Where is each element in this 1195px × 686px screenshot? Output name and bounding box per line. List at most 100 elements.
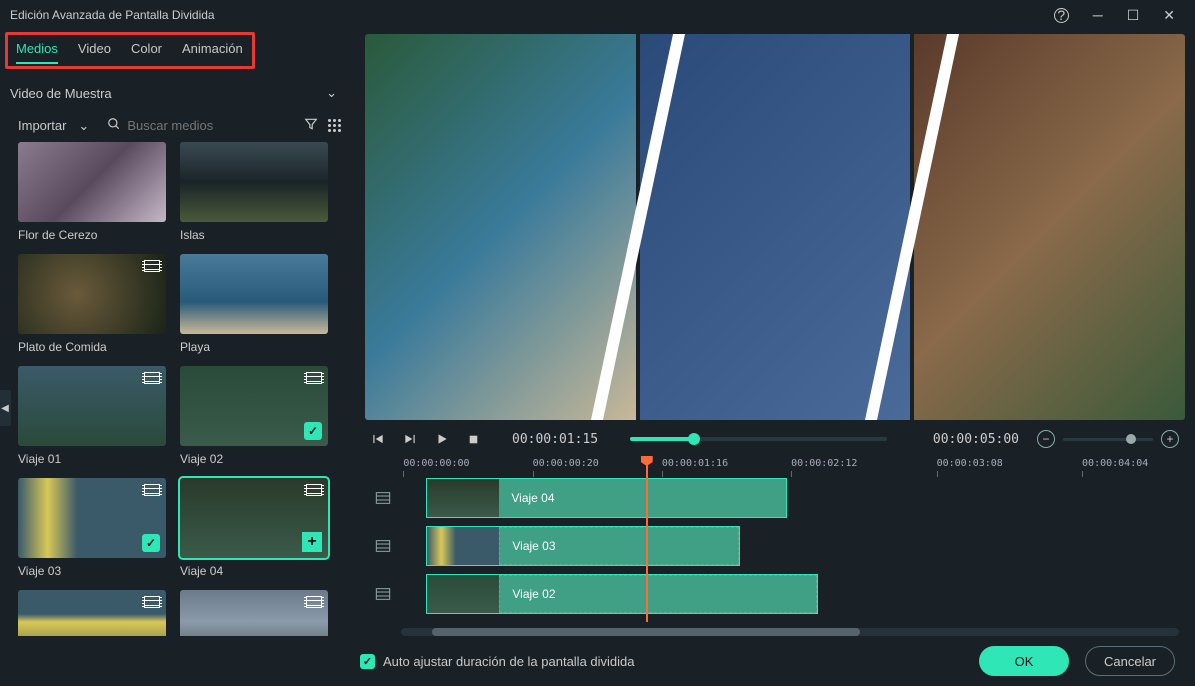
import-label: Importar (18, 118, 66, 133)
dialog-footer: ✓ Auto ajustar duración de la pantalla d… (0, 636, 1195, 686)
help-icon[interactable]: ? (1054, 8, 1069, 23)
tab-color[interactable]: Color (131, 41, 162, 64)
media-item[interactable]: Flor de Cerezo (18, 142, 166, 242)
cancel-button[interactable]: Cancelar (1085, 646, 1175, 676)
video-icon (144, 596, 160, 608)
media-thumbnail (180, 590, 328, 636)
media-label: Islas (180, 228, 328, 242)
window-title: Edición Avanzada de Pantalla Dividida (10, 8, 215, 22)
ruler-tick: 00:00:01:16 (662, 458, 728, 477)
ruler-tick: 00:00:04:04 (1082, 458, 1148, 477)
clip-label: Viaje 03 (499, 527, 739, 565)
media-label: Flor de Cerezo (18, 228, 166, 242)
playhead[interactable] (646, 458, 648, 622)
timeline-track: Viaje 03 (371, 526, 1179, 566)
track-body[interactable]: Viaje 02 (395, 574, 1179, 614)
media-thumbnail: + (180, 478, 328, 558)
chevron-down-icon: ⌄ (78, 118, 89, 134)
prev-frame-button[interactable] (371, 432, 385, 446)
search-icon (107, 117, 121, 134)
section-title: Video de Muestra (10, 86, 112, 101)
preview-panel: 00:00:01:15 00:00:05:00 − + 00:00:00:000… (355, 30, 1195, 636)
ruler-tick: 00:00:03:08 (937, 458, 1003, 477)
zoom-control: − + (1037, 430, 1179, 448)
current-time: 00:00:01:15 (512, 432, 598, 447)
media-panel: ◀ Medios Video Color Animación Video de … (0, 30, 355, 636)
clip-label: Viaje 02 (499, 575, 817, 613)
video-icon (306, 372, 322, 384)
add-badge-icon[interactable]: + (302, 532, 322, 552)
timeline-track: Viaje 04 (371, 478, 1179, 518)
media-grid: Flor de Cerezo Islas Plato de Comida Pla… (0, 142, 355, 636)
media-thumbnail: ✓ (180, 366, 328, 446)
media-thumbnail (18, 366, 166, 446)
grid-view-icon[interactable] (328, 119, 341, 132)
next-frame-button[interactable] (403, 432, 417, 446)
close-button[interactable]: ✕ (1163, 7, 1175, 24)
media-item[interactable]: Plato de Comida (18, 254, 166, 354)
time-ruler[interactable]: 00:00:00:0000:00:00:2000:00:01:1600:00:0… (371, 458, 1179, 478)
timeline-clip[interactable]: Viaje 04 (426, 478, 787, 518)
ok-button[interactable]: OK (979, 646, 1069, 676)
progress-bar[interactable] (630, 437, 887, 441)
media-thumbnail (180, 254, 328, 334)
media-item[interactable]: Playa (180, 254, 328, 354)
zoom-in-button[interactable]: + (1161, 430, 1179, 448)
track-type-icon (371, 491, 395, 505)
collapse-panel-button[interactable]: ◀ (0, 390, 11, 426)
play-button[interactable] (435, 432, 449, 446)
media-item[interactable]: + Viaje 04 (180, 478, 328, 578)
stop-button[interactable] (467, 433, 480, 446)
ruler-tick: 00:00:00:00 (403, 458, 469, 477)
media-item[interactable]: ✓ Viaje 03 (18, 478, 166, 578)
filter-icon[interactable] (304, 117, 318, 134)
auto-adjust-option[interactable]: ✓ Auto ajustar duración de la pantalla d… (360, 654, 635, 669)
media-thumbnail (18, 590, 166, 636)
auto-adjust-label: Auto ajustar duración de la pantalla div… (383, 654, 635, 669)
tab-medios[interactable]: Medios (16, 41, 58, 64)
tab-video[interactable]: Video (78, 41, 111, 64)
section-header[interactable]: Video de Muestra ⌄ (0, 75, 355, 111)
preview-slice-2 (640, 34, 911, 420)
media-thumbnail: ✓ (18, 478, 166, 558)
chevron-down-icon: ⌄ (326, 85, 337, 101)
window-controls: ? ─ ☐ ✕ (1054, 7, 1195, 24)
track-type-icon (371, 539, 395, 553)
horizontal-scrollbar[interactable] (401, 628, 1179, 636)
clip-thumbnail (427, 575, 499, 613)
video-icon (144, 372, 160, 384)
track-body[interactable]: Viaje 03 (395, 526, 1179, 566)
media-item[interactable]: Viaje 06 (180, 590, 328, 636)
search-field[interactable] (107, 117, 294, 134)
maximize-button[interactable]: ☐ (1127, 7, 1140, 24)
media-label: Viaje 03 (18, 564, 166, 578)
minimize-button[interactable]: ─ (1093, 7, 1103, 23)
clip-label: Viaje 04 (499, 479, 786, 517)
clip-thumbnail (427, 479, 499, 517)
transport-bar: 00:00:01:15 00:00:05:00 − + (365, 420, 1185, 458)
media-thumbnail (18, 142, 166, 222)
media-item[interactable]: Viaje 01 (18, 366, 166, 466)
tab-animacion[interactable]: Animación (182, 41, 243, 64)
media-item[interactable]: Viaje 05 (18, 590, 166, 636)
media-label: Viaje 02 (180, 452, 328, 466)
timeline-clip[interactable]: Viaje 03 (426, 526, 740, 566)
media-label: Plato de Comida (18, 340, 166, 354)
video-icon (144, 484, 160, 496)
preview-viewport (365, 34, 1185, 420)
timeline-clip[interactable]: Viaje 02 (426, 574, 818, 614)
media-item[interactable]: ✓ Viaje 02 (180, 366, 328, 466)
title-bar: Edición Avanzada de Pantalla Dividida ? … (0, 0, 1195, 30)
zoom-out-button[interactable]: − (1037, 430, 1055, 448)
track-body[interactable]: Viaje 04 (395, 478, 1179, 518)
preview-slice-1 (365, 34, 636, 420)
timeline: 00:00:00:0000:00:00:2000:00:01:1600:00:0… (365, 458, 1185, 636)
panel-tabs: Medios Video Color Animación (16, 41, 244, 64)
media-toolbar: Importar ⌄ (0, 111, 355, 142)
media-item[interactable]: Islas (180, 142, 328, 242)
video-icon (144, 260, 160, 272)
search-input[interactable] (127, 118, 247, 133)
checkbox-icon[interactable]: ✓ (360, 654, 375, 669)
import-button[interactable]: Importar ⌄ (18, 118, 89, 134)
zoom-slider[interactable] (1063, 438, 1153, 441)
